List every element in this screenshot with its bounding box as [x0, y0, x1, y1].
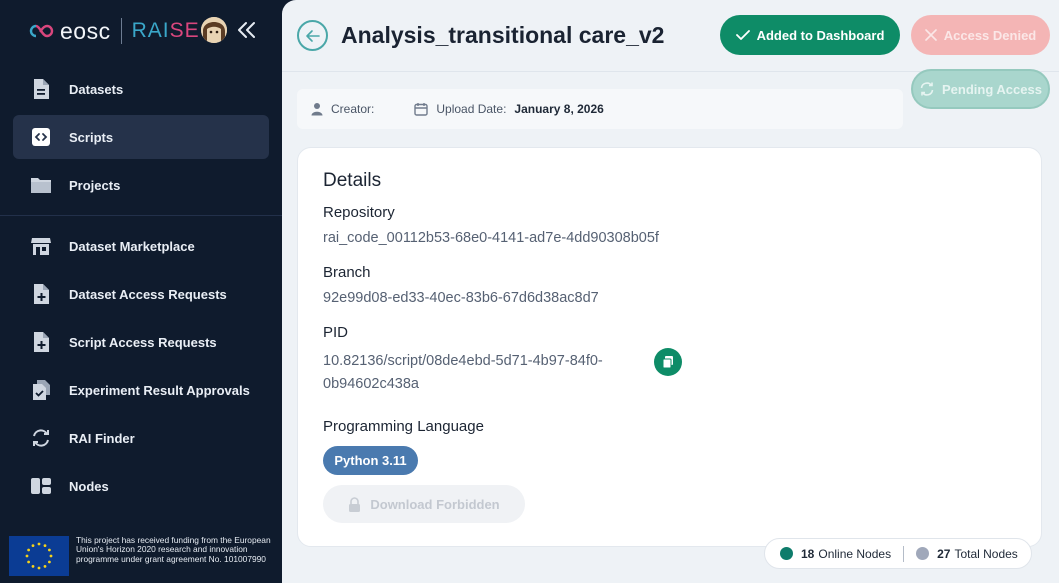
sidebar-item-dataset-marketplace[interactable]: Dataset Marketplace — [13, 224, 269, 268]
brand-logo[interactable]: eosc RAISE — [28, 14, 200, 48]
online-label: Online Nodes — [818, 546, 892, 561]
file-icon — [29, 77, 53, 101]
copy-pid-button[interactable] — [654, 348, 682, 376]
sidebar-item-projects[interactable]: Projects — [13, 163, 269, 207]
lock-icon — [349, 496, 361, 512]
sidebar: eosc RAISE Datasets Scripts Projects Dat… — [0, 0, 282, 583]
refresh-icon — [920, 82, 934, 96]
download-forbidden-button[interactable]: Download Forbidden — [323, 485, 525, 523]
pid-value: 10.82136/script/08de4ebd-5d71-4b97-84f0-… — [323, 353, 603, 392]
sidebar-item-script-access-requests[interactable]: Script Access Requests — [13, 320, 269, 364]
sidebar-item-experiment-result-approvals[interactable]: Experiment Result Approvals — [13, 368, 269, 412]
sidebar-item-scripts[interactable]: Scripts — [13, 115, 269, 159]
creator-meta: Creator: — [311, 102, 382, 116]
main-content: Analysis_transitional care_v2 Added to D… — [282, 0, 1059, 583]
eosc-symbol-icon — [29, 24, 54, 38]
repository-value: rai_code_00112b53-68e0-4141-ad7e-4dd9030… — [323, 230, 659, 246]
pill-divider — [903, 545, 905, 562]
upload-date-meta: Upload Date: January 8, 2026 — [414, 102, 604, 116]
sidebar-item-label: Projects — [69, 177, 121, 193]
meta-bar: Creator: Upload Date: January 8, 2026 — [297, 89, 903, 129]
sidebar-item-label: Datasets — [69, 81, 124, 97]
raise-wordmark: RAISE — [131, 19, 200, 42]
repository-label: Repository — [323, 204, 395, 221]
sidebar-item-label: RAI Finder — [69, 430, 135, 446]
check-icon — [735, 30, 750, 40]
online-count: 18 — [801, 546, 815, 561]
folder-icon — [29, 173, 53, 197]
nodes-icon — [29, 474, 53, 498]
store-icon — [29, 234, 53, 258]
file-plus-icon — [29, 282, 53, 306]
upload-date-label: Upload Date: — [436, 102, 507, 116]
refresh-icon — [29, 426, 53, 450]
denied-label: Access Denied — [943, 27, 1037, 43]
added-label: Added to Dashboard — [756, 27, 885, 43]
online-dot — [780, 547, 793, 560]
eu-flag — [9, 536, 69, 576]
sidebar-item-dataset-access-requests[interactable]: Dataset Access Requests — [13, 272, 269, 316]
access-denied-button[interactable]: Access Denied — [911, 15, 1050, 55]
page-header: Analysis_transitional care_v2 Added to D… — [282, 0, 1059, 72]
total-label: Total Nodes — [954, 546, 1018, 561]
language-label: Programming Language — [323, 418, 484, 435]
collapse-sidebar-button[interactable] — [236, 18, 258, 42]
brand-divider — [120, 18, 122, 44]
pending-access-button[interactable]: Pending Access — [911, 69, 1050, 109]
copy-icon — [662, 356, 673, 369]
sidebar-item-label: Scripts — [69, 129, 114, 145]
pid-label: PID — [323, 324, 349, 341]
language-badge: Python 3.11 — [323, 446, 418, 475]
sidebar-item-nodes[interactable]: Nodes — [13, 464, 269, 508]
download-label: Download Forbidden — [370, 496, 500, 512]
sidebar-item-label: Dataset Access Requests — [69, 286, 227, 302]
eu-stars-icon — [25, 542, 53, 570]
files-check-icon — [29, 378, 53, 402]
close-icon — [924, 29, 937, 41]
sidebar-item-datasets[interactable]: Datasets — [13, 67, 269, 111]
added-to-dashboard-button[interactable]: Added to Dashboard — [720, 15, 900, 55]
sidebar-item-label: Nodes — [69, 478, 109, 494]
file-plus-icon — [29, 330, 53, 354]
arrow-left-icon — [305, 29, 320, 42]
user-icon — [311, 103, 323, 116]
branch-label: Branch — [323, 264, 371, 281]
creator-label: Creator: — [331, 102, 375, 116]
sidebar-item-rai-finder[interactable]: RAI Finder — [13, 416, 269, 460]
branch-value: 92e99d08-ed33-40ec-83b6-67d6d38ac8d7 — [323, 290, 599, 306]
code-icon — [29, 125, 53, 149]
sidebar-divider — [0, 215, 282, 216]
sidebar-item-label: Script Access Requests — [69, 334, 217, 350]
details-title: Details — [323, 170, 382, 191]
pending-label: Pending Access — [942, 81, 1042, 97]
page-title: Analysis_transitional care_v2 — [341, 22, 665, 48]
upload-date-value: January 8, 2026 — [514, 102, 604, 116]
nodes-status[interactable]: 18 Online Nodes 27 Total Nodes — [764, 538, 1032, 569]
back-button[interactable] — [297, 20, 328, 51]
sidebar-item-label: Experiment Result Approvals — [69, 382, 250, 398]
details-card: Details Repository rai_code_00112b53-68e… — [297, 147, 1042, 547]
eosc-wordmark: eosc — [60, 17, 111, 44]
calendar-icon — [414, 103, 429, 116]
avatar[interactable] — [201, 17, 227, 43]
chevrons-left-icon — [238, 22, 255, 38]
funding-notice: This project has received funding from t… — [76, 535, 271, 564]
eosc-logo: eosc — [28, 18, 111, 45]
total-count: 27 — [937, 546, 951, 561]
sidebar-item-label: Dataset Marketplace — [69, 238, 195, 254]
total-dot — [916, 547, 930, 560]
